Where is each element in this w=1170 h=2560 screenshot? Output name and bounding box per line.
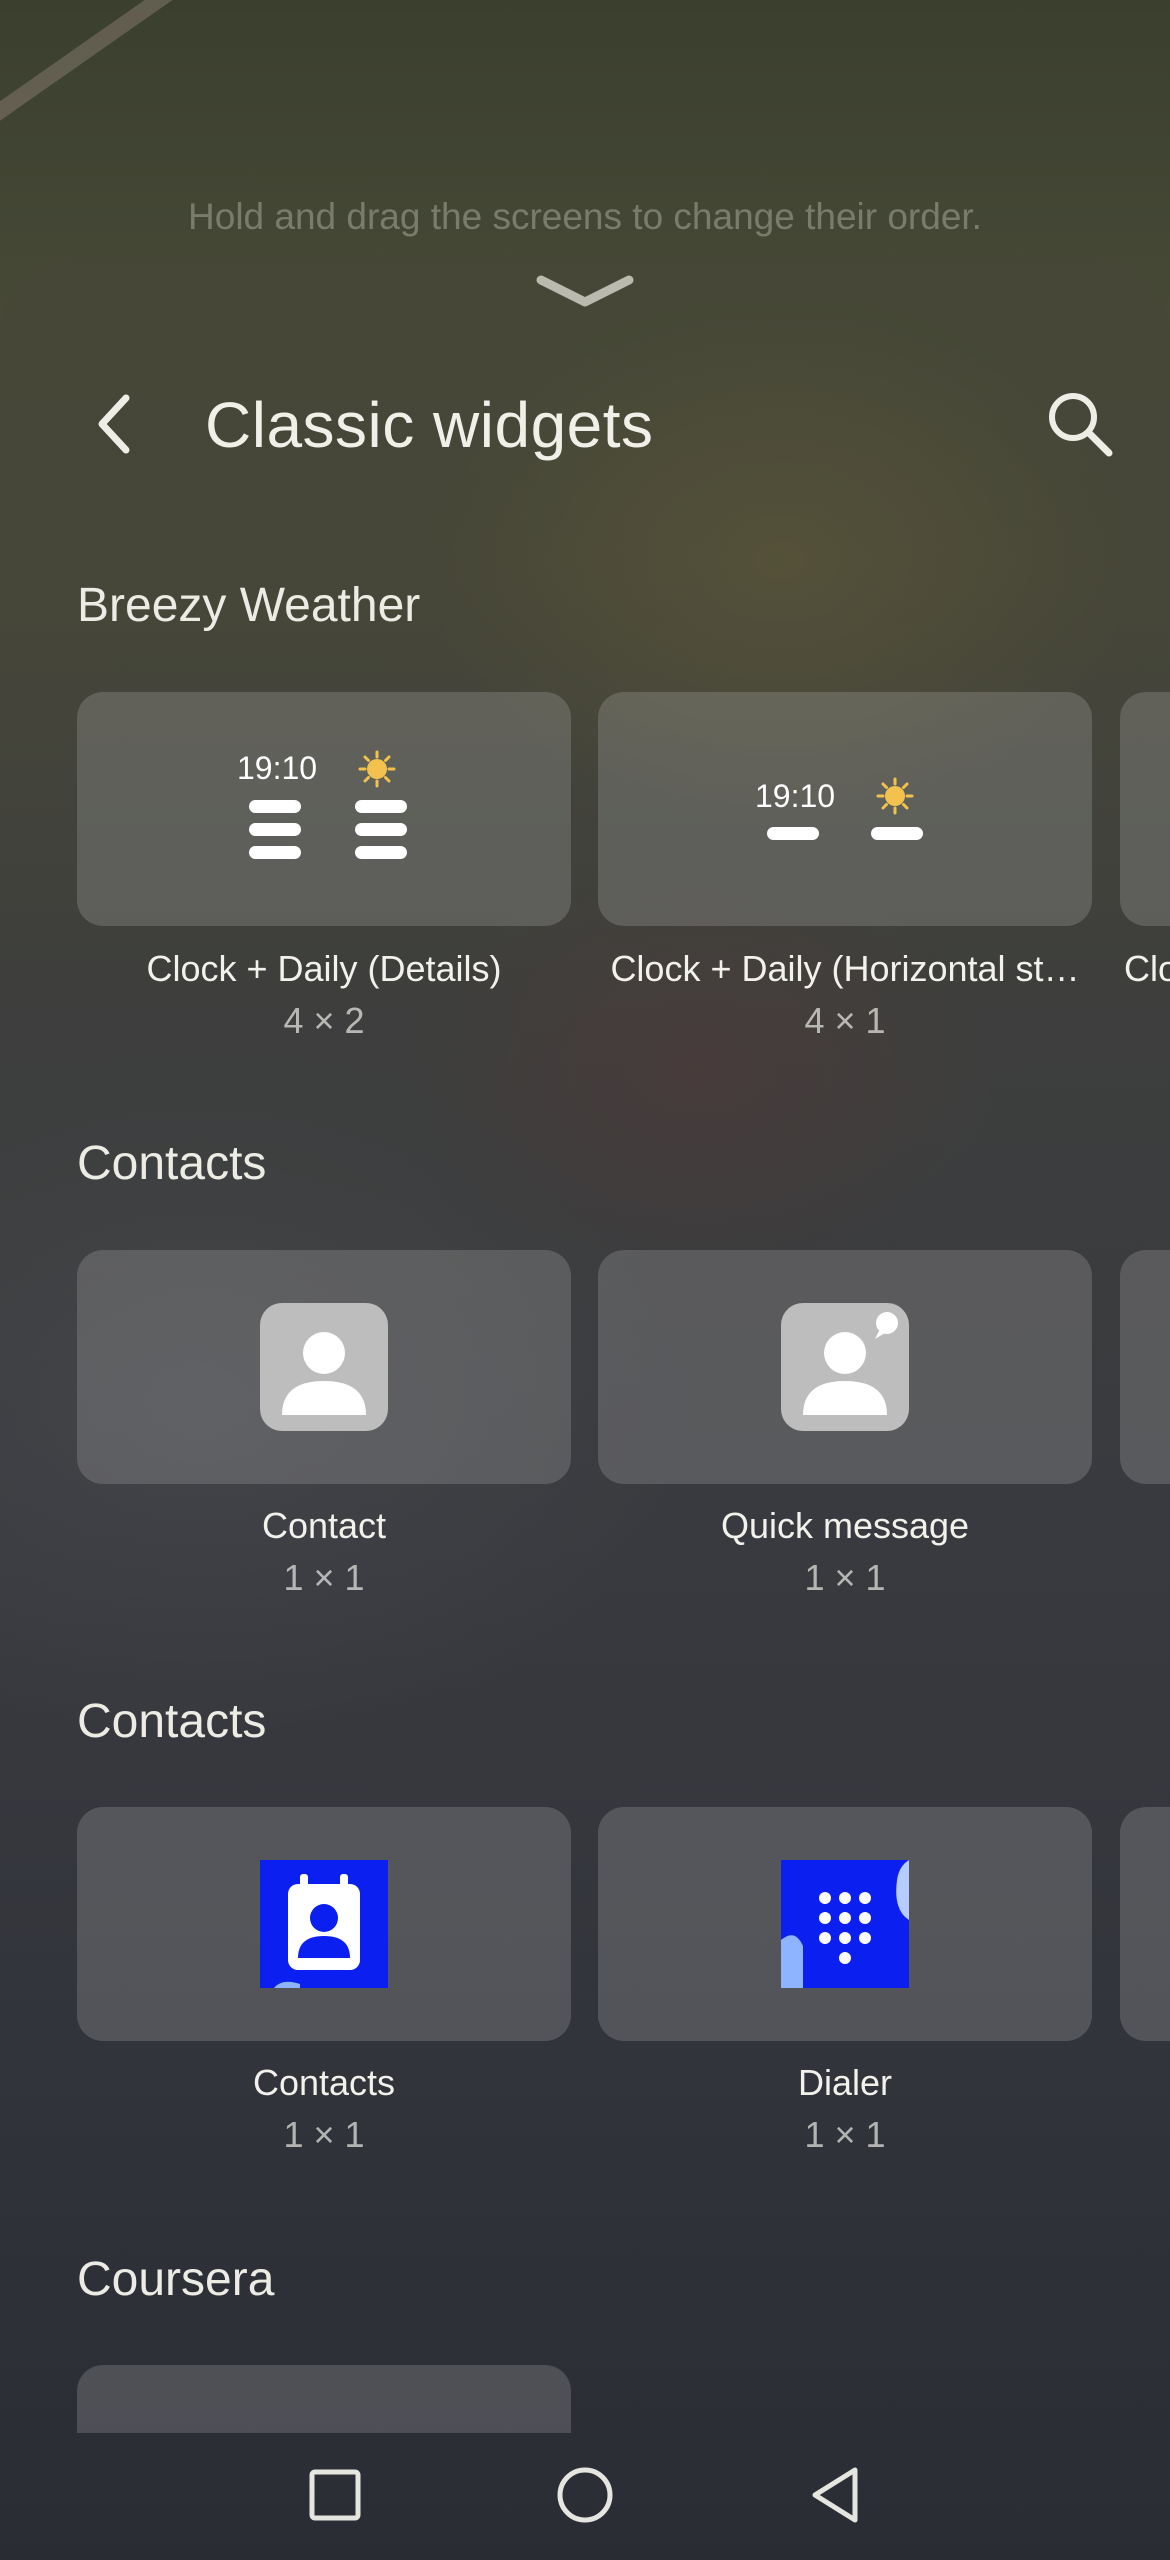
widget-preview-quick-message[interactable] xyxy=(598,1250,1092,1484)
section-title-contacts: Contacts xyxy=(77,1137,267,1190)
widget-preview-dialer[interactable] xyxy=(598,1807,1092,2041)
section-title-breezy-weather: Breezy Weather xyxy=(77,579,421,632)
widget-preview-partial[interactable] xyxy=(1120,1250,1170,1484)
home-icon xyxy=(555,2465,615,2530)
contacts-app-icon xyxy=(260,1860,388,1993)
section-title-contacts: Contacts xyxy=(77,1695,267,1748)
preview-bar xyxy=(249,823,301,836)
preview-bar xyxy=(355,846,407,859)
widget-size: 4 × 1 xyxy=(804,1000,886,1041)
widget-name: Clock + Daily (Horizontal st… xyxy=(610,948,1080,989)
widget-preview-partial[interactable] xyxy=(1120,692,1170,926)
search-icon xyxy=(1045,389,1115,464)
quick-message-icon xyxy=(781,1303,909,1436)
back-nav-button[interactable] xyxy=(790,2452,880,2542)
widget-size: 1 × 1 xyxy=(283,1557,365,1598)
search-button[interactable] xyxy=(1032,378,1128,474)
widget-preview-coursera[interactable] xyxy=(77,2365,571,2433)
widget-preview-clock-daily-details[interactable]: 19:10 xyxy=(77,692,571,926)
widget-size: 1 × 1 xyxy=(283,2114,365,2155)
dialer-app-icon xyxy=(781,1860,909,1993)
widget-name: Contacts xyxy=(252,2062,396,2103)
widget-size: 1 × 1 xyxy=(804,1557,886,1598)
widget-name: Quick message xyxy=(720,1505,970,1546)
system-navigation-bar xyxy=(0,2432,1170,2560)
back-icon xyxy=(807,2465,863,2530)
widget-name: Dialer xyxy=(797,2062,893,2103)
widget-preview-contact[interactable] xyxy=(77,1250,571,1484)
widget-preview-contacts-app[interactable] xyxy=(77,1807,571,2041)
widget-size: 1 × 1 xyxy=(804,2114,886,2155)
widget-name: Contact xyxy=(261,1505,387,1546)
widget-name: Clo xyxy=(1124,948,1170,989)
back-button[interactable] xyxy=(76,378,152,474)
collapse-handle[interactable] xyxy=(535,272,635,312)
preview-bar xyxy=(871,827,923,840)
recents-icon xyxy=(307,2467,363,2528)
recents-button[interactable] xyxy=(290,2452,380,2542)
widget-preview-clock-daily-horizontal[interactable]: 19:10 xyxy=(598,692,1092,926)
preview-bar xyxy=(355,800,407,813)
page-title: Classic widgets xyxy=(205,389,654,461)
preview-time: 19:10 xyxy=(237,750,318,786)
preview-bar xyxy=(355,823,407,836)
widget-name: Clock + Daily (Details) xyxy=(146,948,502,989)
reorder-hint: Hold and drag the screens to change thei… xyxy=(188,196,982,237)
back-arrow-icon xyxy=(94,394,134,459)
sun-icon xyxy=(358,750,396,793)
sun-icon xyxy=(876,777,914,820)
widget-preview-partial[interactable] xyxy=(1120,1807,1170,2041)
section-title-coursera: Coursera xyxy=(77,2253,275,2306)
home-button[interactable] xyxy=(540,2452,630,2542)
contact-icon xyxy=(260,1303,388,1436)
preview-time: 19:10 xyxy=(755,778,836,814)
widget-size: 4 × 2 xyxy=(283,1000,365,1041)
preview-bar xyxy=(249,800,301,813)
preview-bar xyxy=(767,827,819,840)
preview-bar xyxy=(249,846,301,859)
chevron-down-icon xyxy=(535,275,635,316)
